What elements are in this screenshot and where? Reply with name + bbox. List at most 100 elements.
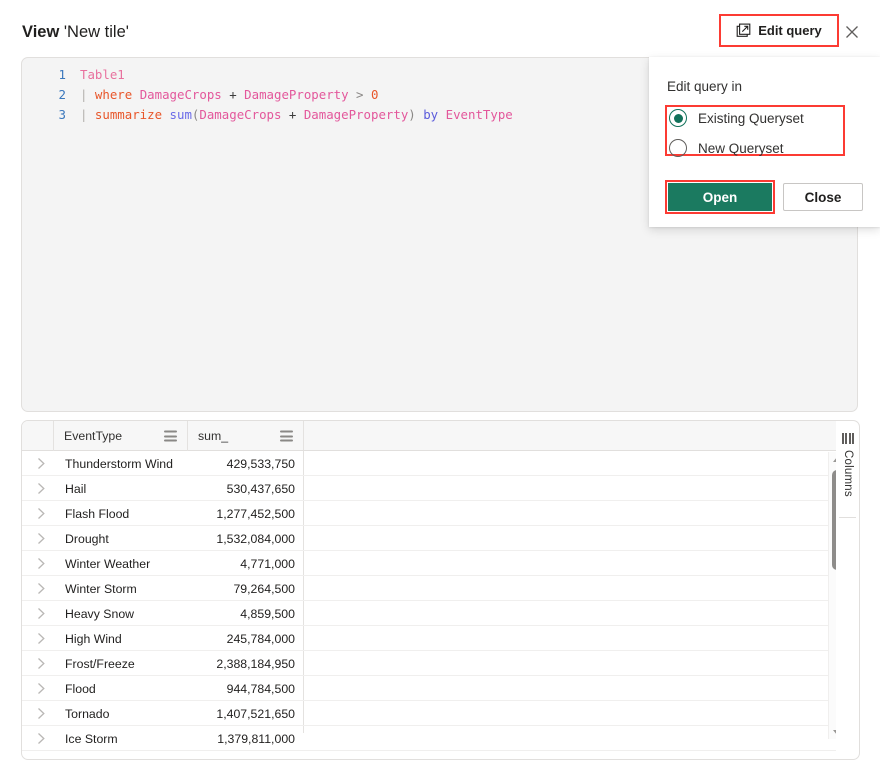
cell-eventtype: Heavy Snow xyxy=(65,606,135,621)
expand-row-icon[interactable] xyxy=(31,451,51,476)
cell-eventtype: Flash Flood xyxy=(65,506,130,521)
code-token: summarize xyxy=(94,107,163,122)
cell-sum: 2,388,184,950 xyxy=(216,656,295,671)
line-number: 3 xyxy=(58,107,66,122)
table-row[interactable]: Thunderstorm Wind 429,533,750 xyxy=(22,451,857,476)
code-token: + xyxy=(281,107,304,122)
cell-eventtype: Ice Storm xyxy=(65,731,118,746)
page-header: View 'New tile' Edit query xyxy=(0,0,880,57)
table-row[interactable]: Winter Weather 4,771,000 xyxy=(22,551,857,576)
cell-sum: 1,379,811,000 xyxy=(217,731,295,746)
edit-query-dialog: Edit query in Existing Queryset New Quer… xyxy=(649,57,880,227)
columns-panel-tab[interactable]: Columns xyxy=(836,420,860,760)
column-header-eventtype[interactable]: EventType xyxy=(53,421,187,451)
code-token: DamageCrops xyxy=(139,87,222,102)
table-row[interactable]: Winter Storm 79,264,500 xyxy=(22,576,857,601)
columns-tab-divider xyxy=(839,517,856,518)
cell-sum: 1,277,452,500 xyxy=(216,506,295,521)
code-token: | xyxy=(80,107,95,122)
code-token: | xyxy=(80,87,95,102)
table-row[interactable]: Flash Flood 1,277,452,500 xyxy=(22,501,857,526)
radio-unselected-icon xyxy=(669,139,687,157)
cell-eventtype: Winter Weather xyxy=(65,556,151,571)
cell-eventtype: Flood xyxy=(65,681,96,696)
open-button[interactable]: Open xyxy=(668,183,772,211)
table-row[interactable]: Heavy Snow 4,859,500 xyxy=(22,601,857,626)
results-grid: EventType sum_ Thunderstorm Wind 429,533… xyxy=(21,420,858,760)
cell-eventtype: Drought xyxy=(65,531,109,546)
cell-sum: 245,784,000 xyxy=(226,631,295,646)
column-header-label: EventType xyxy=(64,429,123,443)
grid-body: Thunderstorm Wind 429,533,750 Hail 530,4… xyxy=(22,451,857,759)
expand-row-icon[interactable] xyxy=(31,626,51,651)
edit-query-highlight: Edit query xyxy=(719,14,839,47)
table-row[interactable]: Drought 1,532,084,000 xyxy=(22,526,857,551)
radio-new-queryset[interactable]: New Queryset xyxy=(669,139,784,157)
table-row[interactable]: Flood 944,784,500 xyxy=(22,676,857,701)
column-menu-icon[interactable] xyxy=(280,430,293,442)
close-icon[interactable] xyxy=(842,22,862,42)
radio-selected-icon xyxy=(669,109,687,127)
line-number: 2 xyxy=(58,87,66,102)
cell-sum: 429,533,750 xyxy=(226,456,295,471)
table-row[interactable]: Hail 530,437,650 xyxy=(22,476,857,501)
cell-eventtype: Tornado xyxy=(65,706,110,721)
table-row[interactable]: High Wind 245,784,000 xyxy=(22,626,857,651)
page-title-rest: 'New tile' xyxy=(63,23,129,41)
code-token: 0 xyxy=(370,87,379,102)
table-row[interactable]: Tornado 1,407,521,650 xyxy=(22,701,857,726)
expand-row-icon[interactable] xyxy=(31,576,51,601)
radio-label: Existing Queryset xyxy=(698,110,804,126)
table-row[interactable]: Frost/Freeze 2,388,184,950 xyxy=(22,651,857,676)
code-token: Table1 xyxy=(80,67,125,82)
code-token: by xyxy=(423,107,439,122)
code-token: DamageCrops xyxy=(199,107,282,122)
page-title: View 'New tile' xyxy=(22,22,129,42)
expand-row-icon[interactable] xyxy=(31,601,51,626)
dialog-label: Edit query in xyxy=(667,79,743,94)
column-menu-icon[interactable] xyxy=(164,430,177,442)
columns-icon xyxy=(841,433,855,444)
code-token: DamageProperty xyxy=(303,107,409,122)
expand-row-icon[interactable] xyxy=(31,551,51,576)
expand-row-icon[interactable] xyxy=(31,701,51,726)
expand-row-icon[interactable] xyxy=(31,501,51,526)
code-token: sum xyxy=(169,107,192,122)
cell-sum: 1,532,084,000 xyxy=(216,531,295,546)
code-token: ) xyxy=(408,107,416,122)
cell-sum: 4,859,500 xyxy=(240,606,295,621)
radio-existing-queryset[interactable]: Existing Queryset xyxy=(669,109,804,127)
column-header-label: sum_ xyxy=(198,429,229,443)
expand-row-icon[interactable] xyxy=(31,726,51,751)
code-token: + xyxy=(221,87,245,102)
cell-sum: 1,407,521,650 xyxy=(216,706,295,721)
table-row[interactable]: Ice Storm 1,379,811,000 xyxy=(22,726,857,751)
page-title-bold: View xyxy=(22,23,60,41)
expand-row-icon[interactable] xyxy=(31,676,51,701)
expand-row-icon[interactable] xyxy=(31,651,51,676)
cell-sum: 4,771,000 xyxy=(240,556,295,571)
code-token: where xyxy=(94,87,133,102)
cell-eventtype: Hail xyxy=(65,481,87,496)
edit-query-button[interactable]: Edit query xyxy=(721,16,837,45)
cell-eventtype: High Wind xyxy=(65,631,122,646)
column-header-sum[interactable]: sum_ xyxy=(187,421,303,451)
expand-row-icon[interactable] xyxy=(31,526,51,551)
cell-eventtype: Frost/Freeze xyxy=(65,656,135,671)
cell-sum: 79,264,500 xyxy=(233,581,295,596)
code-token: > xyxy=(348,87,371,102)
column-divider xyxy=(303,421,304,450)
cell-eventtype: Winter Storm xyxy=(65,581,137,596)
columns-panel-label: Columns xyxy=(842,450,854,497)
expand-row-icon[interactable] xyxy=(31,476,51,501)
grid-header-row: EventType sum_ xyxy=(22,421,857,451)
code-token: EventType xyxy=(445,107,513,122)
radio-label: New Queryset xyxy=(698,140,784,156)
close-button[interactable]: Close xyxy=(783,183,863,211)
cell-sum: 530,437,650 xyxy=(226,481,295,496)
cell-sum: 944,784,500 xyxy=(226,681,295,696)
code-token: DamageProperty xyxy=(244,87,349,102)
